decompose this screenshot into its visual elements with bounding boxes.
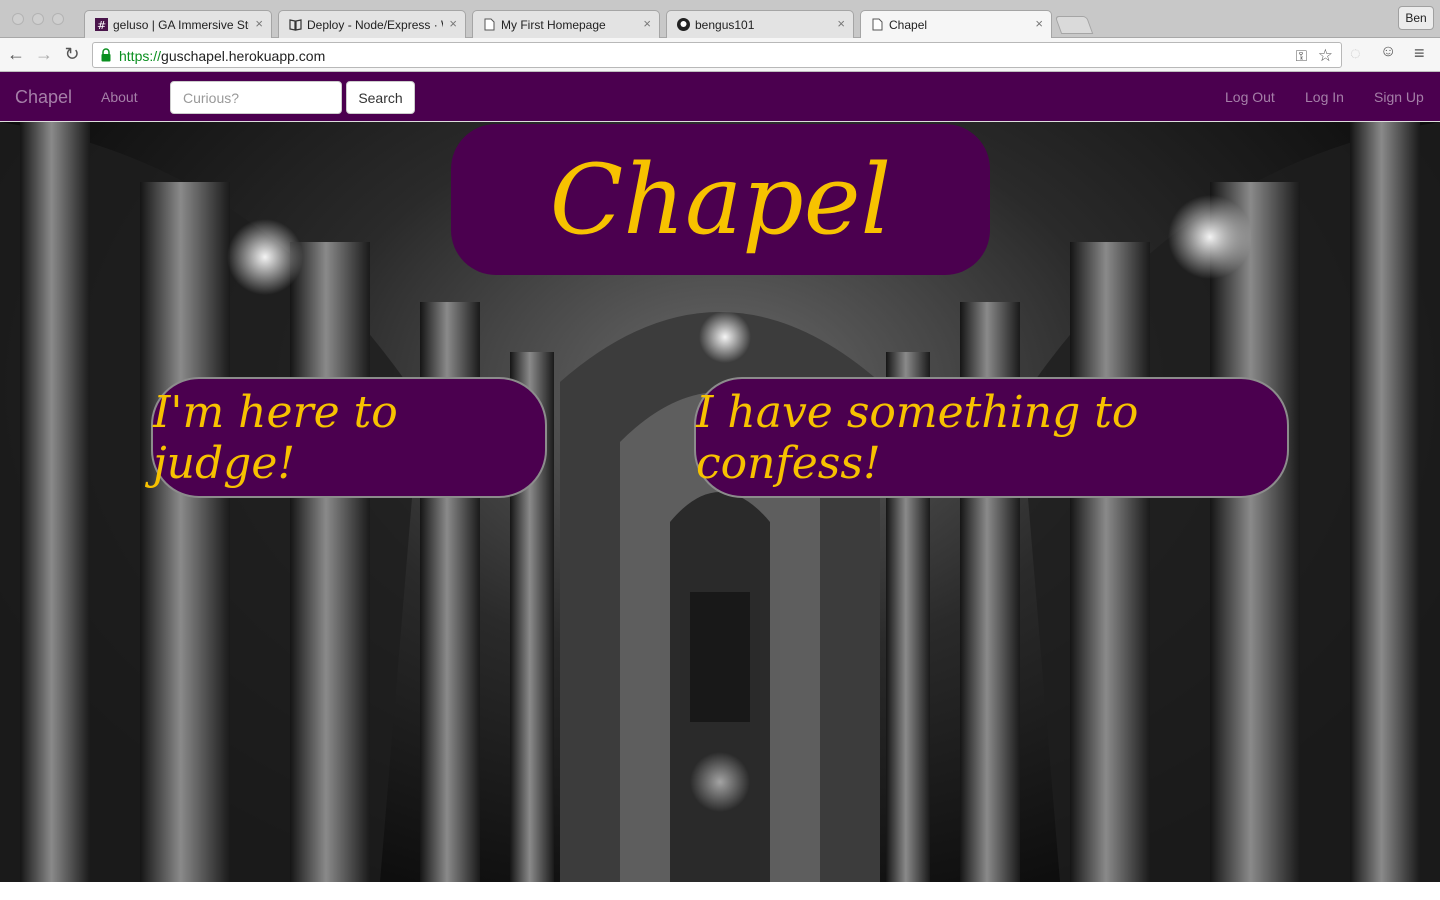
browser-toolbar: ← → ↻ https://guschapel.herokuapp.com ⚿ … <box>0 38 1440 72</box>
browser-tab[interactable]: Deploy - Node/Express · W × <box>278 10 466 38</box>
reload-icon[interactable]: ↻ <box>60 42 84 66</box>
key-icon[interactable]: ⚿ <box>1296 48 1307 65</box>
tab-title: Chapel <box>889 18 928 32</box>
forward-arrow-icon[interactable]: → <box>32 42 56 66</box>
lock-icon <box>101 48 111 62</box>
logout-link[interactable]: Log Out <box>1225 89 1275 105</box>
browser-tab[interactable]: # geluso | GA Immersive Stuc × <box>84 10 272 38</box>
login-link[interactable]: Log In <box>1305 89 1344 105</box>
chapel-logo: Chapel <box>451 124 990 275</box>
star-icon[interactable]: ☆ <box>1318 46 1333 66</box>
window-zoom-dot[interactable] <box>52 13 64 25</box>
browser-tab[interactable]: My First Homepage × <box>472 10 660 38</box>
url-host: guschapel.herokuapp.com <box>161 48 326 64</box>
tab-title: bengus101 <box>695 18 755 32</box>
window-close-dot[interactable] <box>12 13 24 25</box>
close-icon[interactable]: × <box>255 16 263 31</box>
signup-link[interactable]: Sign Up <box>1374 89 1424 105</box>
menu-icon[interactable]: ≡ <box>1414 43 1425 64</box>
search-input[interactable] <box>170 81 342 114</box>
close-icon[interactable]: × <box>449 16 457 31</box>
page-viewport: Chapel About Search Log Out Log In Sign … <box>0 72 1440 882</box>
close-icon[interactable]: × <box>1035 16 1043 31</box>
close-icon[interactable]: × <box>643 16 651 31</box>
avatar-icon[interactable]: ☺ <box>1380 43 1396 61</box>
profile-button[interactable]: Ben <box>1398 6 1434 30</box>
browser-tab[interactable]: bengus101 × <box>666 10 854 38</box>
tab-title: Deploy - Node/Express · W <box>307 18 443 32</box>
close-icon[interactable]: × <box>837 16 845 31</box>
about-link[interactable]: About <box>101 89 138 105</box>
new-tab-button[interactable] <box>1054 16 1094 34</box>
confess-button[interactable]: I have something to confess! <box>694 377 1289 498</box>
page-icon <box>871 18 884 31</box>
github-icon <box>677 18 690 31</box>
site-brand-link[interactable]: Chapel <box>15 87 72 108</box>
url-text: https://guschapel.herokuapp.com <box>119 48 325 64</box>
url-scheme: https:// <box>119 48 162 64</box>
back-arrow-icon[interactable]: ← <box>4 42 28 66</box>
address-bar[interactable]: https://guschapel.herokuapp.com ⚿ ☆ <box>92 42 1342 68</box>
svg-text:#: # <box>97 19 106 31</box>
browser-tabstrip: # geluso | GA Immersive Stuc × Deploy - … <box>0 0 1440 39</box>
tab-title: geluso | GA Immersive Stuc <box>113 18 249 32</box>
search-button[interactable]: Search <box>346 81 415 114</box>
site-navbar: Chapel About Search Log Out Log In Sign … <box>0 72 1440 122</box>
book-icon <box>289 18 302 31</box>
tab-title: My First Homepage <box>501 18 606 32</box>
page-icon <box>483 18 496 31</box>
judge-button[interactable]: I'm here to judge! <box>151 377 547 498</box>
extension-icon[interactable]: ◌ <box>1350 43 1361 64</box>
browser-tab-active[interactable]: Chapel × <box>860 10 1052 39</box>
slack-icon: # <box>95 18 108 31</box>
window-minimize-dot[interactable] <box>32 13 44 25</box>
